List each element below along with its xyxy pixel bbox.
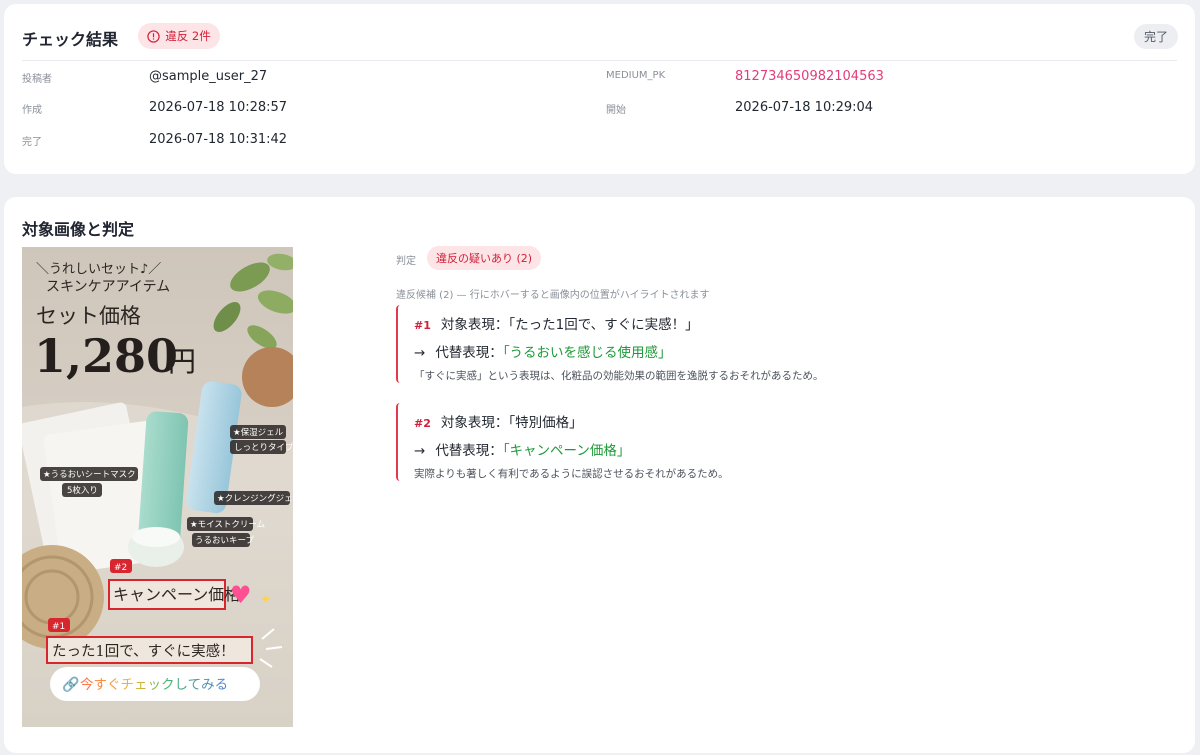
poster-value: @sample_user_27 (149, 69, 268, 84)
candidate-1-alt-label: 代替表現： (435, 345, 503, 361)
highlight-1-text: たった1回で、すぐに実感！ (52, 643, 235, 660)
violation-count-badge: 違反 2件 (138, 23, 220, 49)
candidate-2-alt-label: 代替表現： (435, 443, 503, 459)
candidates-hint: 違反候補 (2) — 行にホバーすると画像内の位置がハイライトされます (396, 290, 710, 301)
item-label-2: しっとりタイプ (234, 443, 293, 453)
candidate-2-alt-text: 「キャンペーン価格」 (502, 443, 631, 459)
candidate-1-target-text: 「たった1回で、すぐに実感！」 (508, 317, 699, 333)
image-yen-text: 円 (168, 345, 196, 378)
started-label: 開始 (606, 105, 626, 116)
item-label-3: ★うるおいシートマスク (43, 470, 136, 480)
item-label-1: ★保湿ジェル (233, 427, 284, 438)
candidate-row-2[interactable]: #2 対象表現：「特別価格」 → 代替表現：「キャンペーン価格」 実際よりも著しく有… (396, 403, 876, 481)
created-label: 作成 (22, 105, 42, 116)
highlight-2-text: キャンペーン価格 (113, 585, 240, 604)
candidate-2-reason: 実際よりも著しく有利であるように誤認させるおそれがあるため。 (414, 468, 729, 480)
image-price-text: 1,280 (34, 329, 178, 383)
candidate-1-target-label: 対象表現： (440, 317, 509, 333)
poster-label: 投稿者 (22, 74, 52, 85)
candidate-2-target-text: 「特別価格」 (508, 415, 583, 431)
candidate-1-num: #1 (414, 319, 431, 332)
divider (22, 60, 1177, 61)
item-label-6: ★モイストクリーム (190, 520, 265, 530)
completed-value: 2026-07-18 10:31:42 (149, 132, 288, 147)
arrow-right-icon: → (414, 443, 426, 459)
candidate-2-target-label: 対象表現： (440, 415, 509, 431)
check-result-card: チェック結果 違反 2件 完了 投稿者 @sample_user_27 MEDI… (4, 4, 1195, 174)
candidate-row-1[interactable]: #1 対象表現：「たった1回で、すぐに実感！」 → 代替表現：「うるおいを感じる使用… (396, 305, 876, 383)
started-value: 2026-07-18 10:29:04 (735, 100, 874, 115)
candidate-2-num: #2 (414, 417, 431, 430)
image-line2-text: セット価格 (36, 304, 141, 328)
completed-label: 完了 (22, 137, 42, 148)
item-label-4: 5枚入り (67, 485, 98, 496)
candidate-1-alt-text: 「うるおいを感じる使用感」 (502, 345, 672, 361)
cta-text: 今すぐチェックしてみる (80, 677, 228, 693)
status-badge: 完了 (1133, 24, 1178, 49)
image-line1-text: スキンケアアイテム (46, 279, 170, 295)
medium-pk-value[interactable]: 812734650982104563 (735, 69, 884, 84)
candidate-1-target-line: #1 対象表現：「たった1回で、すぐに実感！」 (414, 313, 699, 333)
marker-1-text: #1 (52, 622, 65, 632)
sparkle-icon: ✦ (260, 592, 272, 608)
violation-count-text: 違反 2件 (165, 29, 211, 43)
target-image: ＼うれしいセット♪／ スキンケアアイテム セット価格 1,280 円 ★保湿ジェ… (22, 247, 293, 727)
target-image-title: 対象画像と判定 (22, 220, 135, 239)
candidate-2-alt-line: → 代替表現：「キャンペーン価格」 (414, 439, 630, 459)
marker-2-text: #2 (114, 563, 127, 573)
candidate-1-reason: 「すぐに実感」という表現は、化粧品の効能効果の範囲を逸脱するおそれがあるため。 (414, 370, 824, 382)
created-value: 2026-07-18 10:28:57 (149, 100, 288, 115)
target-image-card: 対象画像と判定 ＼うれしいセット♪／ スキンケアアイテム セット価格 1,280… (4, 197, 1195, 753)
arrow-right-icon: → (414, 345, 426, 361)
judgement-badge: 違反の疑いあり (2) (427, 246, 542, 270)
judgement-label: 判定 (396, 256, 416, 267)
alert-circle-icon (147, 29, 160, 43)
item-label-5: ★クレンジングジェル (217, 493, 293, 504)
candidate-2-target-line: #2 対象表現：「特別価格」 (414, 411, 583, 431)
check-result-title: チェック結果 (22, 30, 119, 49)
item-label-7: うるおいキープ (195, 536, 254, 546)
candidate-1-alt-line: → 代替表現：「うるおいを感じる使用感」 (414, 341, 672, 361)
link-icon: 🔗 (62, 675, 80, 693)
medium-pk-label: MEDIUM_PK (606, 70, 666, 81)
heart-icon: ♥ (230, 581, 252, 609)
image-tag-text: ＼うれしいセット♪／ (36, 262, 161, 277)
